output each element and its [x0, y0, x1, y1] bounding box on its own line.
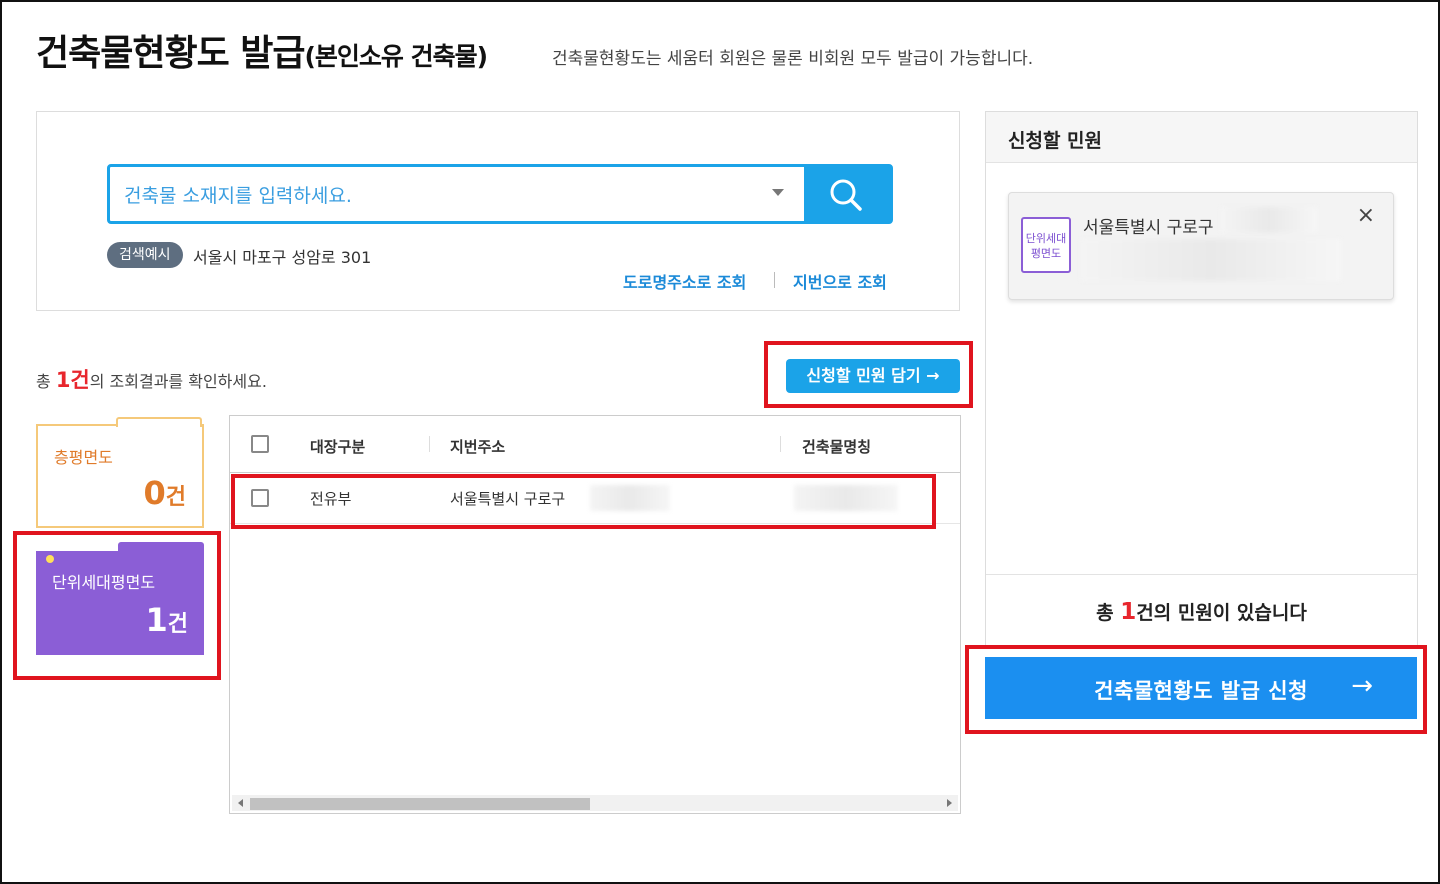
- chevron-down-icon[interactable]: [772, 189, 784, 196]
- column-header-building-name: 건축물명칭: [802, 438, 872, 456]
- result-count-text: 총 1건의 조회결과를 확인하세요.: [36, 368, 267, 392]
- cart-item-card: 단위세대 평면도 서울특별시 구로구 ×: [1008, 192, 1394, 300]
- result-count-number: 1건: [55, 368, 90, 392]
- address-search-input[interactable]: 건축물 소재지를 입력하세요.: [124, 181, 352, 208]
- floor-plan-count: 0건: [143, 474, 186, 512]
- horizontal-scrollbar[interactable]: [232, 795, 958, 811]
- road-address-search-link[interactable]: 도로명주소로 조회: [623, 269, 746, 293]
- cart-total-number: 1: [1120, 599, 1137, 625]
- cart-panel: 신청할 민원 단위세대 평면도 서울특별시 구로구 × 총 1건의 민원이 있습…: [985, 111, 1418, 648]
- address-search-box: 건축물 소재지를 입력하세요.: [107, 164, 893, 224]
- highlight-unit-plan: [13, 531, 221, 680]
- cart-panel-header: 신청할 민원: [986, 112, 1417, 163]
- cart-item-address: 서울특별시 구로구: [1083, 218, 1214, 238]
- highlight-add-button: [764, 341, 973, 408]
- scrollbar-thumb[interactable]: [250, 798, 590, 810]
- close-icon[interactable]: ×: [1357, 205, 1375, 227]
- search-example-badge: 검색예시: [107, 242, 183, 268]
- page-title-sub: (본인소유 건축물): [304, 42, 489, 71]
- divider: [986, 574, 1417, 575]
- page-title-main: 건축물현황도 발급: [36, 33, 305, 74]
- column-divider: [780, 436, 781, 452]
- search-button[interactable]: [804, 167, 890, 221]
- redacted-details: [1081, 239, 1341, 281]
- page-title: 건축물현황도 발급(본인소유 건축물): [36, 24, 489, 76]
- scroll-right-icon[interactable]: [947, 799, 952, 807]
- highlight-result-row: [231, 474, 936, 529]
- floor-plan-category[interactable]: 층평면도 0건: [36, 417, 204, 528]
- column-divider: [429, 436, 430, 452]
- highlight-apply-button: [965, 645, 1427, 734]
- column-header-type: 대장구분: [310, 438, 366, 456]
- lot-number-search-link[interactable]: 지번으로 조회: [793, 269, 887, 293]
- floor-plan-label: 층평면도: [54, 448, 113, 467]
- search-panel: 건축물 소재지를 입력하세요. 검색예시 서울시 마포구 성암로 301 도로명…: [36, 111, 960, 311]
- redacted-address: [1221, 207, 1317, 233]
- unit-plan-document-icon: 단위세대 평면도: [1021, 217, 1071, 273]
- link-divider: [774, 272, 775, 288]
- cart-total-text: 총 1건의 민원이 있습니다: [1096, 599, 1307, 625]
- cart-panel-title: 신청할 민원: [1008, 130, 1103, 152]
- table-header: 대장구분 지번주소 건축물명칭: [230, 416, 960, 473]
- select-all-checkbox[interactable]: [251, 435, 269, 453]
- scroll-left-icon[interactable]: [238, 799, 243, 807]
- page-description: 건축물현황도는 세움터 회원은 물론 비회원 모두 발급이 가능합니다.: [552, 49, 1034, 69]
- column-header-address: 지번주소: [450, 438, 506, 456]
- search-example-text: 서울시 마포구 성암로 301: [193, 248, 372, 267]
- search-icon: [830, 179, 862, 211]
- folder-tab: [116, 417, 202, 427]
